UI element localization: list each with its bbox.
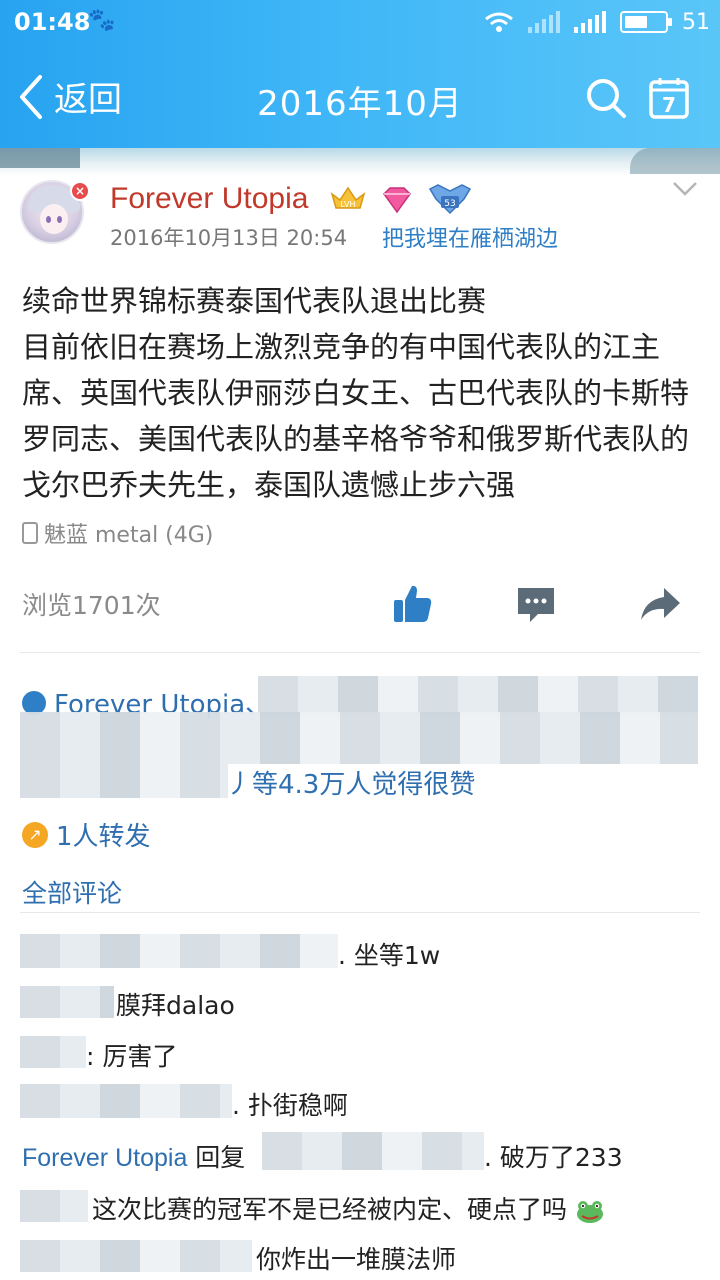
diamond-icon [383,187,411,214]
view-count: 浏览1701次 [22,591,161,620]
rank-badge-icon: 53 [428,184,472,215]
thumbs-up-icon[interactable] [390,582,434,626]
reply-label: 回复 [187,1143,246,1172]
likers-count[interactable]: 丿等4.3万人觉得很赞 [226,764,475,801]
repost-icon: ↗ [22,821,48,848]
crown-level-icon: LVH [330,186,366,209]
status-time: 01:48 [14,8,91,36]
post-location[interactable]: 把我埋在雁栖湖边 [382,221,558,253]
svg-text:LVH: LVH [340,200,355,209]
mosaic-blur [20,1190,88,1222]
mosaic-blur [262,1132,484,1170]
frog-emoji-icon [576,1201,603,1223]
comment-icon[interactable] [514,582,558,626]
device-info: 魅蓝 metal (4G) [22,517,213,549]
post-line: 目前依旧在赛场上激烈竞争的有中国代表队的江主席、英国代表队伊丽莎白女王、古巴代表… [22,330,690,502]
mosaic-blur [20,1240,252,1272]
like-small-icon [22,690,46,715]
comment-item: . 坐等1w [338,941,441,970]
comment-author[interactable]: Forever Utopia [22,1144,187,1172]
mosaic-blur [20,1084,232,1118]
nav-bar: 返回 2016年10月 7 [0,44,720,150]
comment-item: . 扑街稳啊 [232,1091,348,1120]
battery-icon [620,11,672,33]
chevron-down-icon[interactable] [672,180,698,198]
divider [20,912,700,913]
comment-item: . 破万了233 [484,1143,623,1172]
comment-reply: Forever Utopia 回复 [22,1138,245,1174]
mosaic-blur [20,986,114,1018]
share-icon[interactable] [638,582,682,626]
svg-text:7: 7 [662,93,676,117]
comment-item: 膜拜dalao [116,991,235,1020]
post-time: 2016年10月13日 20:54 [110,226,348,250]
calendar-icon[interactable]: 7 [648,76,690,120]
app-header: 01:48 🐾 51 返回 2016年10月 7 [0,0,720,150]
paw-icon: 🐾 [88,8,116,33]
device-label: 魅蓝 metal (4G) [44,523,214,548]
svg-text:53: 53 [444,199,455,209]
comment-item: 这次比赛的冠军不是已经被内定、硬点了吗 [92,1190,605,1226]
author-name[interactable]: Forever Utopia [110,182,308,216]
mosaic-blur [20,934,338,968]
mosaic-blur [20,712,698,764]
tab-all-comments[interactable]: 全部评论 [22,874,122,910]
status-right: 51 [484,8,710,36]
post-line: 续命世界锦标赛泰国代表队退出比赛 [22,284,487,318]
wifi-icon [485,12,513,32]
comment-item: : 厉害了 [86,1042,178,1071]
repost-label: 1人转发 [56,822,151,852]
close-badge-icon: × [70,181,90,201]
decor-banner [0,148,720,176]
comment-text: 这次比赛的冠军不是已经被内定、硬点了吗 [92,1195,568,1224]
divider [20,652,700,653]
battery-percent: 51 [682,9,710,35]
mosaic-blur [258,676,698,716]
mosaic-blur [20,764,228,798]
post-content: 续命世界锦标赛泰国代表队退出比赛 目前依旧在赛场上激烈竞争的有中国代表队的江主席… [22,278,702,508]
signal-4g-icon [528,11,560,33]
repost-row[interactable]: ↗ 1人转发 [22,816,151,853]
search-icon[interactable] [584,76,628,120]
comment-item: 你炸出一堆膜法师 [256,1245,457,1274]
mosaic-blur [20,1036,86,1068]
phone-icon [22,522,38,544]
status-bar: 01:48 🐾 51 [0,0,720,44]
signal-icon [574,11,606,33]
